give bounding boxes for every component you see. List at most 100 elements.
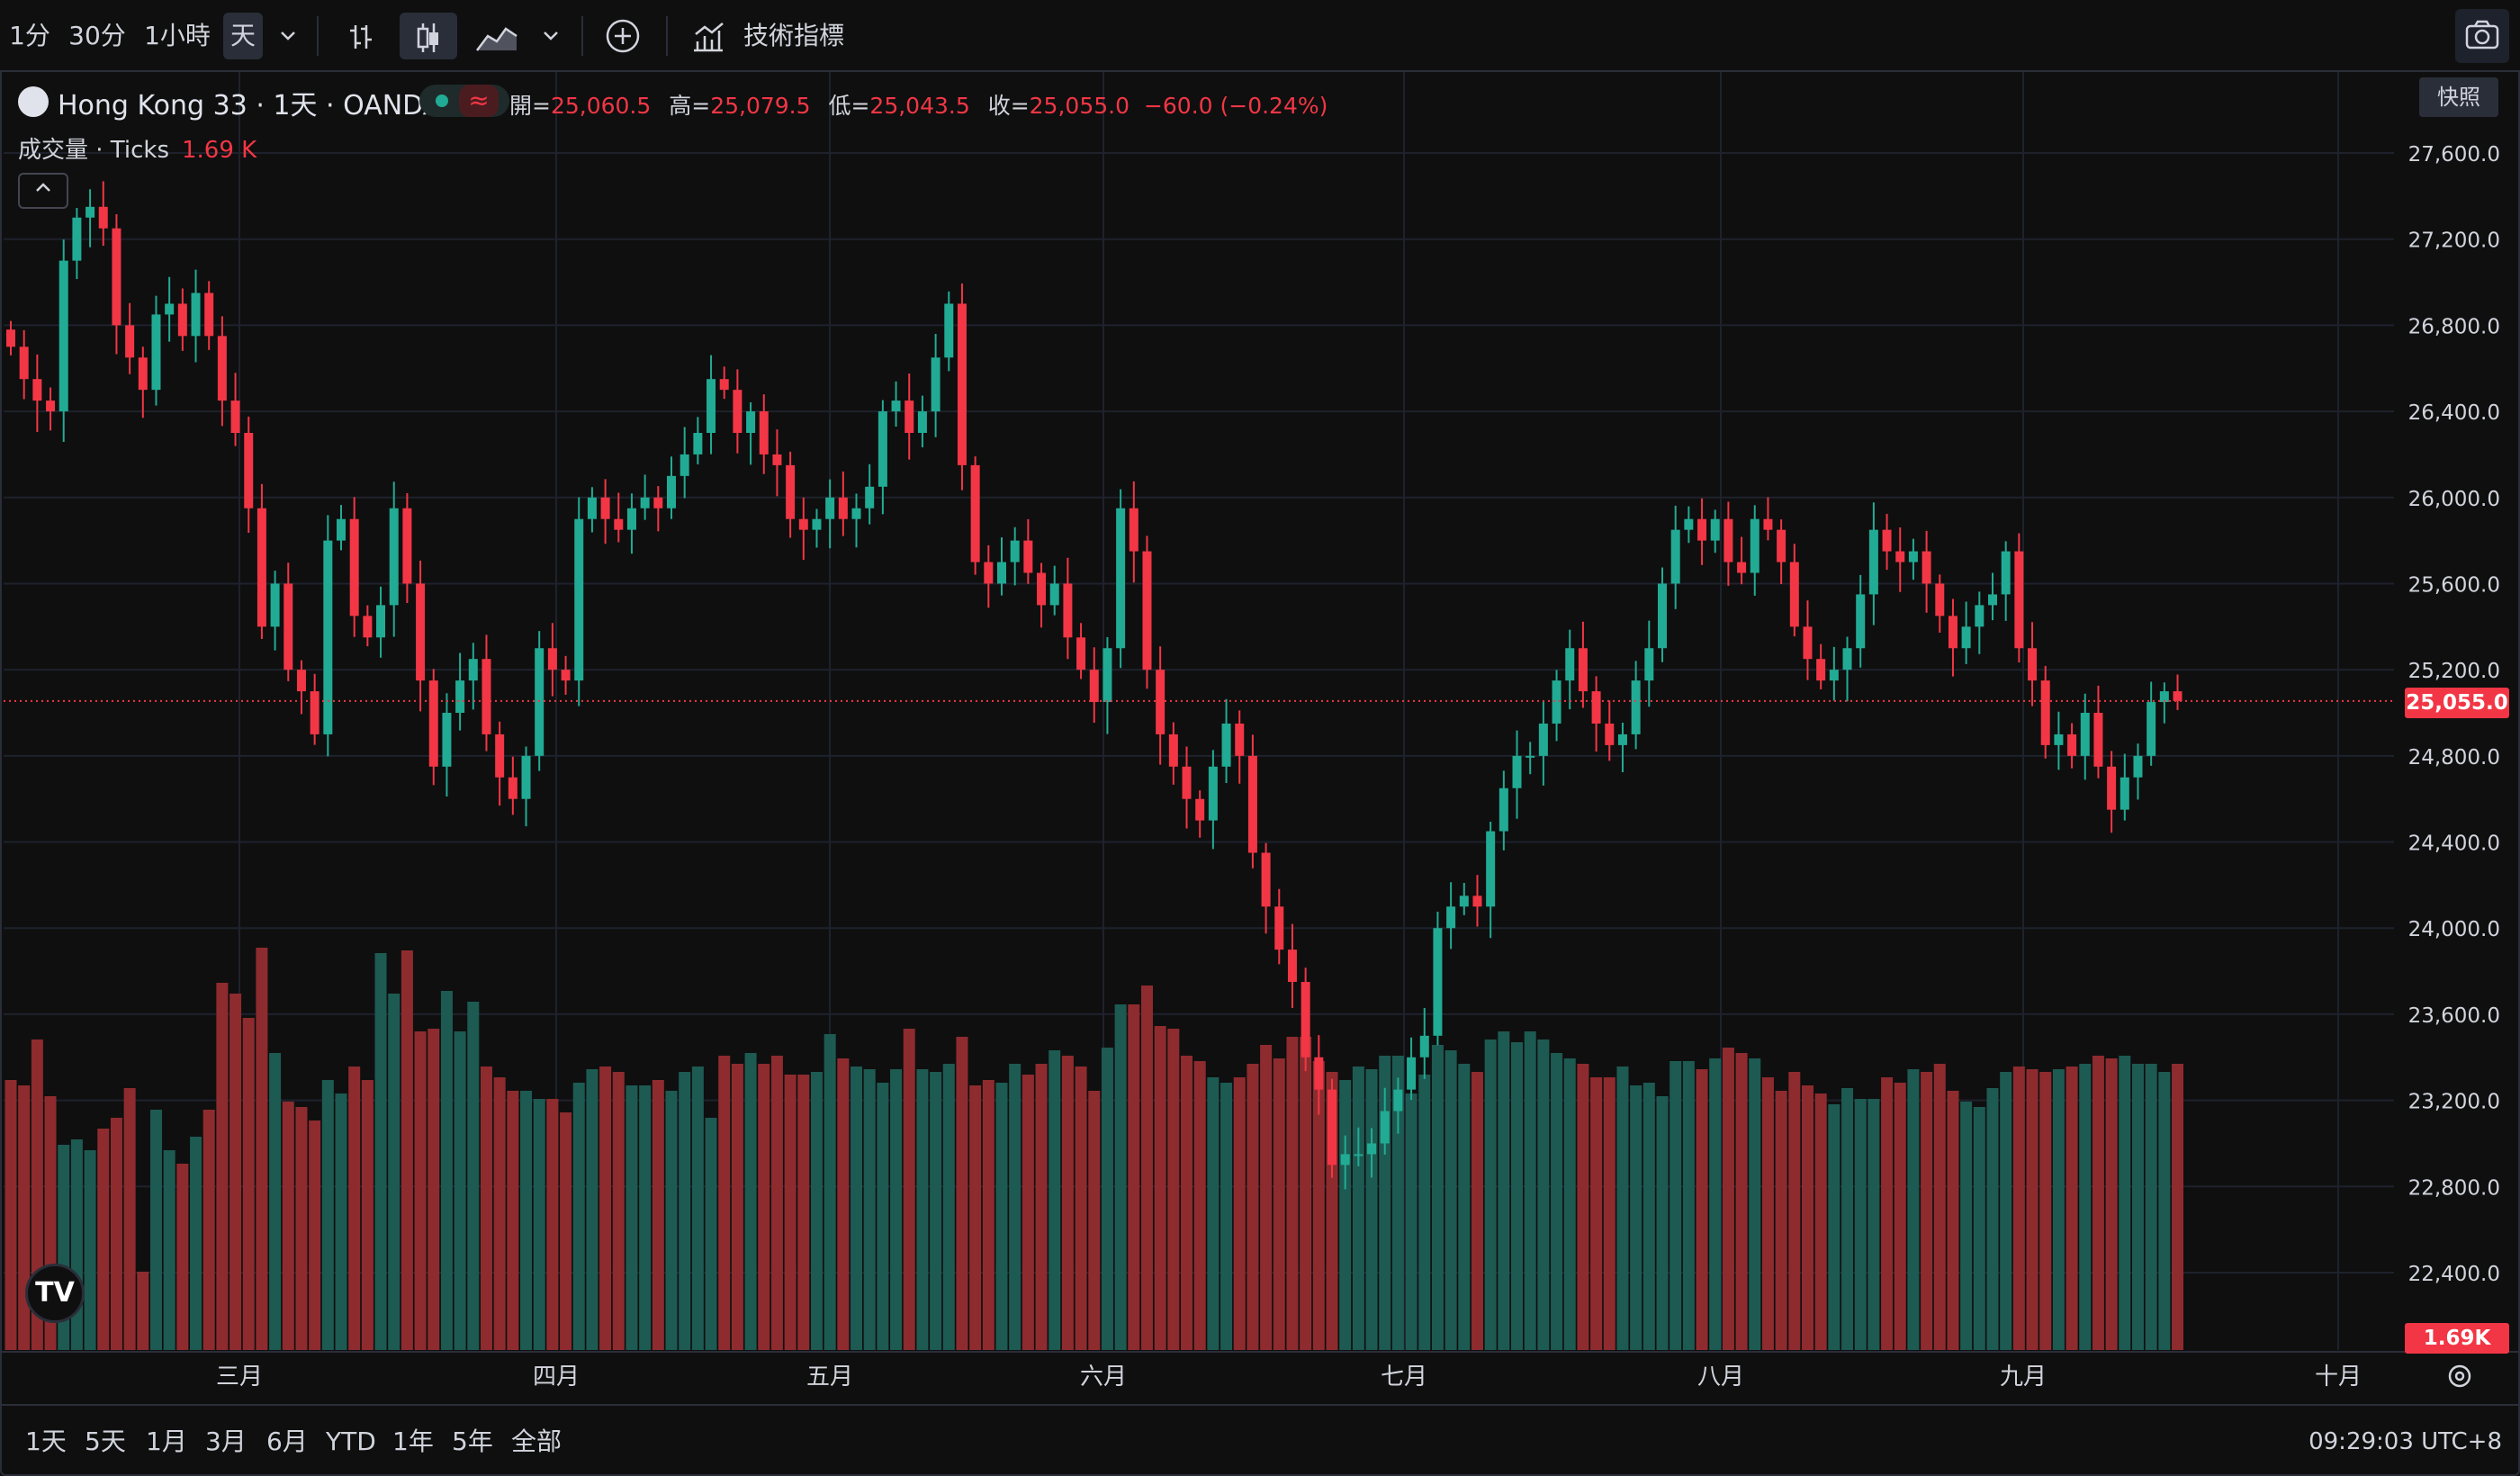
collapse-legend-chevron-up-icon[interactable]: [18, 173, 68, 209]
clock-timezone[interactable]: 09:29:03 UTC+8: [2308, 1424, 2502, 1460]
y-tick-label: 24,400.0: [2408, 832, 2500, 856]
volume-bar: [2105, 1058, 2118, 1350]
candle-body: [1037, 572, 1047, 606]
price-chart[interactable]: 22,400.0 22,800.0 23,200.0 23,600.0 24,000.0…: [0, 72, 2520, 1404]
volume-bar: [850, 1066, 863, 1350]
volume-bar: [1921, 1072, 1933, 1350]
add-compare-plus-icon[interactable]: [598, 13, 648, 59]
volume-bar: [70, 1139, 83, 1350]
y-tick-label: 26,000.0: [2408, 488, 2500, 511]
candle-body: [2146, 702, 2156, 756]
ohlc-values: 開=25,060.5 高=25,079.5 低=25,043.5 收=25,05…: [509, 88, 1328, 121]
interval-1h-button[interactable]: 1小時: [140, 13, 214, 59]
range-all-button[interactable]: 全部: [511, 1424, 562, 1460]
candle-body: [1961, 626, 1971, 649]
volume-bar: [1603, 1077, 1616, 1350]
indicators-button[interactable]: 技術指標: [742, 13, 846, 59]
candle-body: [1446, 906, 1456, 929]
candle-body: [2014, 551, 2024, 649]
candle-body: [1261, 852, 1271, 907]
candle-body: [1076, 637, 1086, 670]
volume-bar: [374, 953, 387, 1350]
chart-style-dropdown-chevron-icon[interactable]: [533, 13, 569, 59]
interval-1d-button[interactable]: 天: [223, 13, 263, 59]
area-chart-style-icon[interactable]: [470, 13, 524, 59]
indicators-icon[interactable]: [688, 13, 729, 59]
candle-body: [2080, 713, 2090, 756]
candle-body: [667, 475, 676, 508]
range-1y-button[interactable]: 1年: [392, 1424, 434, 1460]
volume-bar: [110, 1118, 122, 1350]
tradingview-logo[interactable]: TV: [25, 1264, 85, 1323]
volume-bar: [1656, 1096, 1669, 1350]
volume-bar: [1722, 1048, 1734, 1350]
range-3m-button[interactable]: 3月: [205, 1424, 247, 1460]
candle-body: [1591, 691, 1601, 724]
interval-dropdown-chevron-icon[interactable]: [268, 13, 308, 59]
volume-label[interactable]: 成交量 · Ticks: [18, 137, 169, 164]
candle-body: [204, 292, 214, 337]
candle-chart-style-icon[interactable]: [400, 13, 457, 59]
candle-body: [917, 411, 927, 433]
candle-body: [165, 303, 175, 315]
candle-body: [1526, 755, 1535, 758]
volume-bar: [467, 1002, 480, 1350]
candle-body: [1300, 982, 1310, 1058]
candle-body: [772, 454, 782, 465]
volume-bar: [295, 1107, 308, 1350]
camera-snapshot-icon[interactable]: [2455, 9, 2509, 63]
range-5d-button[interactable]: 5天: [85, 1424, 126, 1460]
volume-bar: [626, 1085, 638, 1350]
range-1d-button[interactable]: 1天: [25, 1424, 67, 1460]
candle-body: [1631, 680, 1641, 734]
interval-1m-button[interactable]: 1分: [7, 13, 52, 59]
volume-bar: [1075, 1066, 1087, 1350]
candle-body: [1156, 670, 1166, 734]
candle-body: [1221, 723, 1231, 767]
y-tick-label: 27,600.0: [2408, 143, 2500, 166]
bar-chart-style-icon[interactable]: [338, 13, 383, 59]
candle-body: [1658, 583, 1667, 649]
volume-bar: [969, 1085, 982, 1350]
volume-bar: [1009, 1064, 1022, 1350]
candle-body: [1129, 508, 1138, 552]
volume-bar: [1220, 1083, 1233, 1350]
range-ytd-button[interactable]: YTD: [326, 1424, 376, 1460]
candle-body: [984, 562, 994, 584]
candle-body: [706, 379, 716, 433]
bottom-timeframe-bar: 1天 5天 1月 3月 6月 YTD 1年 5年 全部 09:29:03 UTC…: [0, 1404, 2520, 1476]
volume-bar: [1709, 1058, 1722, 1350]
market-status-badge[interactable]: ≈: [419, 85, 509, 117]
axis-settings-gear-icon[interactable]: [2444, 1361, 2475, 1391]
y-tick-label: 23,200.0: [2408, 1091, 2500, 1114]
candle-body: [508, 777, 518, 799]
x-month-label: 三月: [216, 1364, 263, 1390]
interval-30m-button[interactable]: 30分: [67, 13, 128, 59]
volume-bar: [1286, 1037, 1299, 1350]
symbol-logo-icon: [18, 86, 49, 117]
candle-body: [256, 508, 266, 627]
candle-body: [1777, 529, 1786, 562]
candle-body: [2040, 680, 2050, 745]
candle-body: [587, 497, 597, 519]
low-value: 25,043.5: [869, 93, 970, 119]
volume-bar: [123, 1088, 136, 1350]
candle-body: [878, 411, 887, 487]
symbol-title[interactable]: Hong Kong 33 · 1天 · OANDA: [58, 83, 441, 122]
volume-bar: [652, 1080, 664, 1350]
candle-body: [1922, 551, 1931, 584]
range-1m-button[interactable]: 1月: [146, 1424, 187, 1460]
candle-body: [310, 691, 320, 734]
volume-bar: [942, 1064, 955, 1350]
snapshot-tooltip: 快照: [2419, 77, 2498, 117]
open-value: 25,060.5: [550, 93, 652, 119]
candle-body: [1419, 1035, 1429, 1058]
candle-body: [1697, 518, 1707, 541]
range-6m-button[interactable]: 6月: [266, 1424, 308, 1460]
volume-bar: [84, 1150, 96, 1350]
volume-bar: [348, 1066, 361, 1350]
candle-body: [970, 464, 980, 562]
range-5y-button[interactable]: 5年: [452, 1424, 493, 1460]
candle-body: [1644, 648, 1654, 681]
y-tick-label: 24,800.0: [2408, 746, 2500, 770]
